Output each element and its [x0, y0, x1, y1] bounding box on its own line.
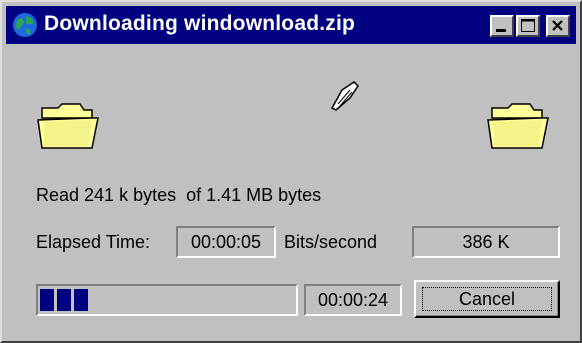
- globe-icon: [13, 13, 37, 37]
- flying-document-icon: [330, 81, 359, 111]
- progress-block: [40, 289, 54, 311]
- elapsed-time-label: Elapsed Time:: [36, 232, 151, 252]
- destination-folder-icon: [487, 103, 549, 149]
- cancel-button-label: Cancel: [458, 289, 516, 309]
- progress-block: [57, 289, 71, 311]
- source-folder-icon: [37, 103, 99, 149]
- cancel-button[interactable]: Cancel: [414, 280, 560, 318]
- download-progress-bar: [36, 284, 298, 316]
- bits-per-second-label: Bits/second: [284, 232, 378, 252]
- progress-block: [74, 289, 88, 311]
- read-status-text: Read 241 k bytes of 1.41 MB bytes: [36, 185, 322, 205]
- minimize-icon: [496, 29, 506, 32]
- maximize-icon: [521, 19, 535, 32]
- maximize-button[interactable]: [516, 15, 540, 37]
- title-bar[interactable]: Downloading windownload.zip: [6, 6, 576, 44]
- minimize-button[interactable]: [490, 15, 514, 37]
- download-dialog: Downloading windownload.zip Read 241 k b…: [0, 0, 582, 343]
- elapsed-time-value: 00:00:05: [176, 226, 276, 258]
- window-title: Downloading windownload.zip: [44, 12, 356, 35]
- close-icon: [552, 20, 563, 31]
- time-remaining-value: 00:00:24: [304, 284, 402, 316]
- close-button[interactable]: [546, 15, 570, 37]
- progress-fill: [40, 289, 88, 311]
- bits-per-second-value: 386 K: [412, 226, 560, 258]
